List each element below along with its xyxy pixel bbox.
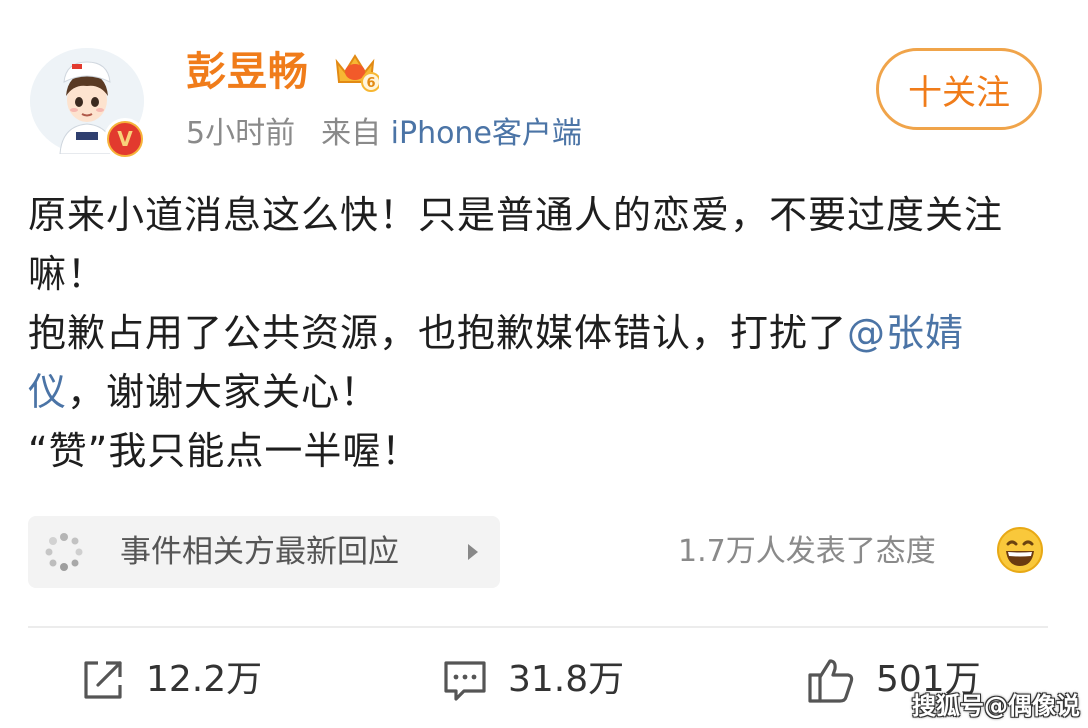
follow-button[interactable]: 十关注: [876, 48, 1042, 130]
post-source-client[interactable]: iPhone客户端: [391, 116, 582, 151]
post-text-line: 原来小道消息这么快！只是普通人的恋爱，不要过度关注嘛！: [28, 193, 1004, 296]
attitude-count-text[interactable]: 1.7万人发表了态度: [678, 530, 936, 574]
watermark: 搜狐号@偶像说: [912, 692, 1080, 720]
member-level: 6: [366, 76, 375, 91]
post-meta: 5小时前 来自 iPhone客户端: [186, 112, 582, 156]
thumbs-up-icon: [808, 659, 854, 703]
post-text-segment: 抱歉占用了公共资源，也抱歉媒体错认，打扰了: [28, 311, 848, 355]
post-source-prefix: 来自: [321, 116, 382, 151]
repost-icon: [84, 661, 122, 699]
post-text-segment: ，谢谢大家关心！: [67, 370, 380, 414]
verified-badge-mark: V: [107, 121, 143, 157]
chevron-right-icon: [468, 544, 478, 560]
verified-badge-icon: V: [104, 118, 146, 160]
author-name[interactable]: 彭昱畅: [186, 46, 309, 98]
vip-crown-icon[interactable]: 6: [333, 50, 381, 96]
post-text-line: 抱歉占用了公共资源，也抱歉媒体错认，打扰了@张婧仪，谢谢大家关心！: [28, 304, 1038, 422]
laughing-emoji-icon[interactable]: [996, 526, 1044, 578]
loading-dots-icon: [44, 532, 84, 576]
comment-button[interactable]: 31.8万: [442, 652, 624, 708]
repost-count: 12.2万: [146, 659, 263, 700]
post-text-line: “赞”我只能点一半喔！: [28, 429, 421, 473]
post-time: 5小时前: [186, 116, 296, 151]
repost-button[interactable]: 12.2万: [80, 652, 262, 708]
divider: [28, 626, 1048, 628]
event-response-label: 事件相关方最新回应: [120, 534, 399, 570]
comment-count: 31.8万: [508, 659, 625, 700]
event-response-card[interactable]: 事件相关方最新回应: [28, 516, 500, 588]
comment-icon: [444, 661, 486, 701]
post-content: 原来小道消息这么快！只是普通人的恋爱，不要过度关注嘛！ 抱歉占用了公共资源，也抱…: [28, 186, 1038, 481]
